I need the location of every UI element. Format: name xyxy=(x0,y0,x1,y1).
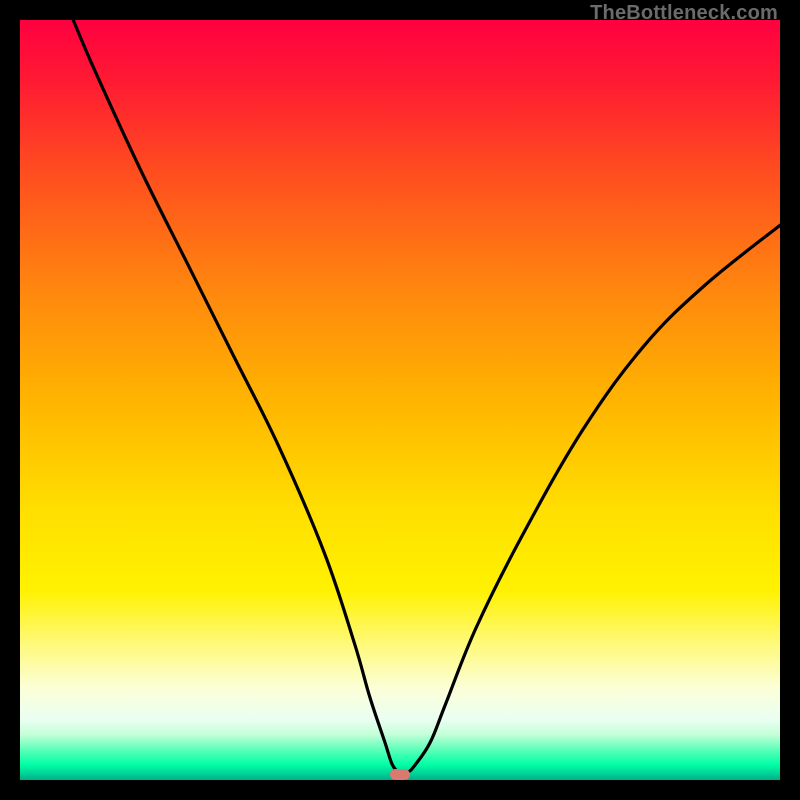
plot-area xyxy=(20,20,780,780)
bottleneck-curve xyxy=(20,20,780,780)
watermark-text: TheBottleneck.com xyxy=(590,2,778,25)
optimum-marker xyxy=(390,769,410,780)
chart-stage: TheBottleneck.com xyxy=(0,0,800,800)
